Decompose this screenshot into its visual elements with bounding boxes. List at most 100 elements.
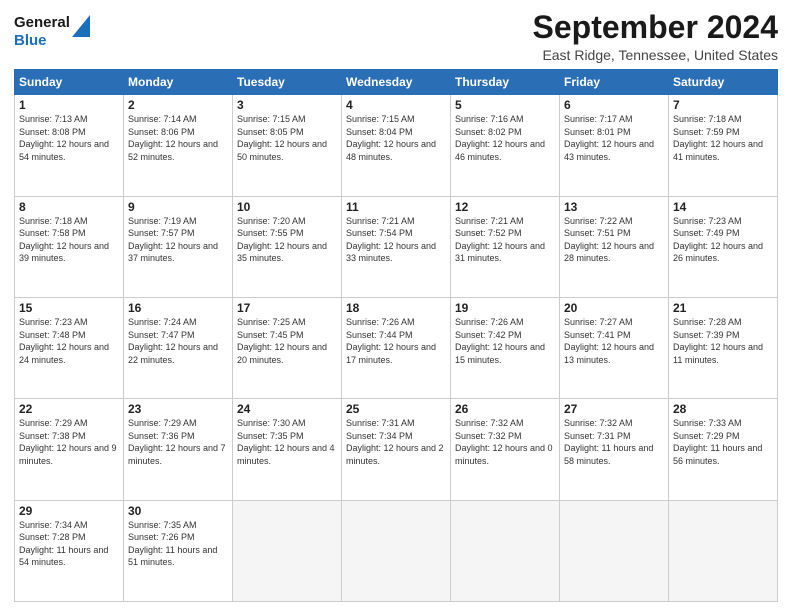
calendar-day-cell: 10 Sunrise: 7:20 AM Sunset: 7:55 PM Dayl… (233, 196, 342, 297)
calendar-day-cell: 7 Sunrise: 7:18 AM Sunset: 7:59 PM Dayli… (669, 95, 778, 196)
sunset-text: Sunset: 7:38 PM (19, 431, 86, 441)
calendar-day-cell: 21 Sunrise: 7:28 AM Sunset: 7:39 PM Dayl… (669, 297, 778, 398)
day-info: Sunrise: 7:23 AM Sunset: 7:48 PM Dayligh… (19, 316, 119, 366)
sunrise-text: Sunrise: 7:19 AM (128, 216, 197, 226)
sunset-text: Sunset: 7:32 PM (455, 431, 522, 441)
day-info: Sunrise: 7:27 AM Sunset: 7:41 PM Dayligh… (564, 316, 664, 366)
daylight-text: Daylight: 12 hours and 54 minutes. (19, 139, 109, 162)
day-number: 30 (128, 504, 228, 518)
sunset-text: Sunset: 8:08 PM (19, 127, 86, 137)
sunrise-text: Sunrise: 7:21 AM (346, 216, 415, 226)
calendar-day-cell: 5 Sunrise: 7:16 AM Sunset: 8:02 PM Dayli… (451, 95, 560, 196)
calendar-day-cell (560, 500, 669, 601)
sunset-text: Sunset: 7:42 PM (455, 330, 522, 340)
sunset-text: Sunset: 7:52 PM (455, 228, 522, 238)
calendar-day-cell (669, 500, 778, 601)
sunrise-text: Sunrise: 7:31 AM (346, 418, 415, 428)
day-number: 26 (455, 402, 555, 416)
calendar-day-cell (233, 500, 342, 601)
day-number: 19 (455, 301, 555, 315)
sunrise-text: Sunrise: 7:15 AM (346, 114, 415, 124)
daylight-text: Daylight: 12 hours and 2 minutes. (346, 443, 444, 466)
sunset-text: Sunset: 7:41 PM (564, 330, 631, 340)
calendar-week-row: 8 Sunrise: 7:18 AM Sunset: 7:58 PM Dayli… (15, 196, 778, 297)
day-info: Sunrise: 7:32 AM Sunset: 7:32 PM Dayligh… (455, 417, 555, 467)
calendar-day-cell: 8 Sunrise: 7:18 AM Sunset: 7:58 PM Dayli… (15, 196, 124, 297)
sunrise-text: Sunrise: 7:22 AM (564, 216, 633, 226)
sunrise-text: Sunrise: 7:23 AM (19, 317, 88, 327)
sunset-text: Sunset: 7:49 PM (673, 228, 740, 238)
day-info: Sunrise: 7:34 AM Sunset: 7:28 PM Dayligh… (19, 519, 119, 569)
day-number: 18 (346, 301, 446, 315)
day-info: Sunrise: 7:18 AM Sunset: 7:59 PM Dayligh… (673, 113, 773, 163)
subtitle: East Ridge, Tennessee, United States (533, 47, 778, 63)
day-info: Sunrise: 7:17 AM Sunset: 8:01 PM Dayligh… (564, 113, 664, 163)
day-info: Sunrise: 7:30 AM Sunset: 7:35 PM Dayligh… (237, 417, 337, 467)
calendar-day-cell: 11 Sunrise: 7:21 AM Sunset: 7:54 PM Dayl… (342, 196, 451, 297)
day-number: 11 (346, 200, 446, 214)
daylight-text: Daylight: 12 hours and 37 minutes. (128, 241, 218, 264)
daylight-text: Daylight: 12 hours and 20 minutes. (237, 342, 327, 365)
daylight-text: Daylight: 12 hours and 26 minutes. (673, 241, 763, 264)
calendar-day-cell (451, 500, 560, 601)
day-info: Sunrise: 7:32 AM Sunset: 7:31 PM Dayligh… (564, 417, 664, 467)
daylight-text: Daylight: 12 hours and 15 minutes. (455, 342, 545, 365)
sunrise-text: Sunrise: 7:24 AM (128, 317, 197, 327)
day-info: Sunrise: 7:23 AM Sunset: 7:49 PM Dayligh… (673, 215, 773, 265)
col-friday: Friday (560, 70, 669, 95)
day-number: 21 (673, 301, 773, 315)
day-number: 13 (564, 200, 664, 214)
day-info: Sunrise: 7:21 AM Sunset: 7:52 PM Dayligh… (455, 215, 555, 265)
daylight-text: Daylight: 12 hours and 24 minutes. (19, 342, 109, 365)
daylight-text: Daylight: 12 hours and 52 minutes. (128, 139, 218, 162)
day-info: Sunrise: 7:25 AM Sunset: 7:45 PM Dayligh… (237, 316, 337, 366)
calendar-day-cell: 20 Sunrise: 7:27 AM Sunset: 7:41 PM Dayl… (560, 297, 669, 398)
sunrise-text: Sunrise: 7:17 AM (564, 114, 633, 124)
day-number: 5 (455, 98, 555, 112)
page: General Blue September 2024 East Ridge, … (0, 0, 792, 612)
col-monday: Monday (124, 70, 233, 95)
calendar-day-cell: 29 Sunrise: 7:34 AM Sunset: 7:28 PM Dayl… (15, 500, 124, 601)
sunrise-text: Sunrise: 7:25 AM (237, 317, 306, 327)
sunset-text: Sunset: 7:29 PM (673, 431, 740, 441)
calendar-week-row: 22 Sunrise: 7:29 AM Sunset: 7:38 PM Dayl… (15, 399, 778, 500)
daylight-text: Daylight: 12 hours and 41 minutes. (673, 139, 763, 162)
calendar-day-cell: 17 Sunrise: 7:25 AM Sunset: 7:45 PM Dayl… (233, 297, 342, 398)
sunset-text: Sunset: 7:44 PM (346, 330, 413, 340)
sunrise-text: Sunrise: 7:23 AM (673, 216, 742, 226)
calendar-day-cell (342, 500, 451, 601)
day-info: Sunrise: 7:15 AM Sunset: 8:05 PM Dayligh… (237, 113, 337, 163)
calendar-day-cell: 19 Sunrise: 7:26 AM Sunset: 7:42 PM Dayl… (451, 297, 560, 398)
sunrise-text: Sunrise: 7:33 AM (673, 418, 742, 428)
sunrise-text: Sunrise: 7:26 AM (346, 317, 415, 327)
day-info: Sunrise: 7:21 AM Sunset: 7:54 PM Dayligh… (346, 215, 446, 265)
day-number: 12 (455, 200, 555, 214)
sunset-text: Sunset: 7:48 PM (19, 330, 86, 340)
day-info: Sunrise: 7:33 AM Sunset: 7:29 PM Dayligh… (673, 417, 773, 467)
sunset-text: Sunset: 8:04 PM (346, 127, 413, 137)
day-info: Sunrise: 7:18 AM Sunset: 7:58 PM Dayligh… (19, 215, 119, 265)
day-info: Sunrise: 7:26 AM Sunset: 7:44 PM Dayligh… (346, 316, 446, 366)
daylight-text: Daylight: 12 hours and 13 minutes. (564, 342, 654, 365)
daylight-text: Daylight: 12 hours and 7 minutes. (128, 443, 226, 466)
sunset-text: Sunset: 7:47 PM (128, 330, 195, 340)
sunrise-text: Sunrise: 7:32 AM (455, 418, 524, 428)
calendar-day-cell: 30 Sunrise: 7:35 AM Sunset: 7:26 PM Dayl… (124, 500, 233, 601)
calendar-day-cell: 2 Sunrise: 7:14 AM Sunset: 8:06 PM Dayli… (124, 95, 233, 196)
sunset-text: Sunset: 7:58 PM (19, 228, 86, 238)
sunrise-text: Sunrise: 7:29 AM (128, 418, 197, 428)
sunrise-text: Sunrise: 7:16 AM (455, 114, 524, 124)
day-number: 8 (19, 200, 119, 214)
daylight-text: Daylight: 11 hours and 51 minutes. (128, 545, 217, 568)
sunrise-text: Sunrise: 7:29 AM (19, 418, 88, 428)
day-number: 7 (673, 98, 773, 112)
sunset-text: Sunset: 7:57 PM (128, 228, 195, 238)
day-number: 23 (128, 402, 228, 416)
sunset-text: Sunset: 7:28 PM (19, 532, 86, 542)
day-info: Sunrise: 7:24 AM Sunset: 7:47 PM Dayligh… (128, 316, 228, 366)
sunset-text: Sunset: 7:59 PM (673, 127, 740, 137)
logo-text: General Blue (14, 14, 70, 50)
daylight-text: Daylight: 11 hours and 58 minutes. (564, 443, 653, 466)
calendar-day-cell: 25 Sunrise: 7:31 AM Sunset: 7:34 PM Dayl… (342, 399, 451, 500)
day-info: Sunrise: 7:14 AM Sunset: 8:06 PM Dayligh… (128, 113, 228, 163)
